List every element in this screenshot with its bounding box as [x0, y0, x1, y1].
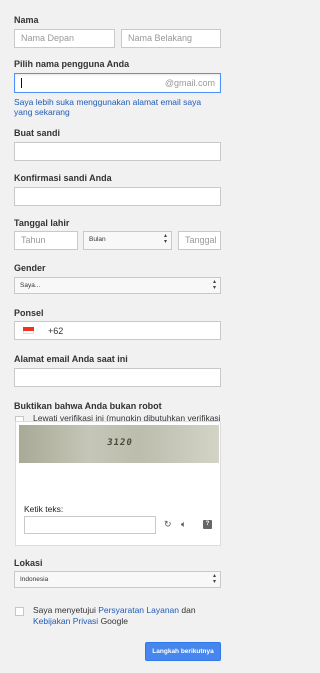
location-value: Indonesia: [20, 576, 49, 583]
terms-middle: dan: [179, 605, 196, 615]
gender-select[interactable]: Saya... ▴ ▾: [14, 277, 221, 294]
last-name-input[interactable]: Nama Belakang: [121, 29, 221, 48]
gmail-suffix: @gmail.com: [164, 78, 215, 88]
password-input[interactable]: [14, 142, 221, 161]
type-text-label: Ketik teks:: [24, 504, 64, 514]
first-name-input[interactable]: Nama Depan: [14, 29, 115, 48]
audio-icon[interactable]: 🔈︎: [181, 519, 186, 530]
captcha-image: 3120: [19, 425, 219, 463]
current-email-input[interactable]: [14, 368, 221, 387]
captcha-text: 3120: [106, 438, 134, 448]
help-icon[interactable]: ?: [203, 520, 212, 529]
username-label: Pilih nama pengguna Anda: [14, 59, 130, 69]
country-code: +62: [48, 326, 64, 336]
username-input[interactable]: @gmail.com: [14, 73, 221, 93]
gender-label: Gender: [14, 263, 46, 273]
current-email-label: Alamat email Anda saat ini: [14, 354, 128, 364]
birth-month-select[interactable]: Bulan ▴ ▾: [83, 231, 172, 250]
indonesia-flag-icon[interactable]: [23, 327, 34, 334]
terms-text: Saya menyetujui Persyaratan Layanan dan …: [33, 605, 223, 627]
privacy-policy-link[interactable]: Kebijakan Privasi: [33, 616, 98, 626]
next-step-button[interactable]: Langkah berikutnya: [145, 642, 221, 661]
terms-checkbox[interactable]: [15, 607, 24, 616]
captcha-input[interactable]: [24, 516, 156, 534]
gender-value: Saya...: [20, 282, 41, 289]
terms-suffix: Google: [98, 616, 128, 626]
use-current-email-link[interactable]: Saya lebih suka menggunakan alamat email…: [14, 97, 219, 117]
confirm-password-input[interactable]: [14, 187, 221, 206]
birth-month-value: Bulan: [89, 236, 106, 243]
location-select[interactable]: Indonesia ▴ ▾: [14, 571, 221, 588]
location-label: Lokasi: [14, 558, 43, 568]
terms-of-service-link[interactable]: Persyaratan Layanan: [98, 605, 179, 615]
name-label: Nama: [14, 15, 39, 25]
updown-arrow-icon: ▴ ▾: [163, 233, 167, 245]
birthday-label: Tanggal lahir: [14, 218, 70, 228]
refresh-icon[interactable]: ↻: [164, 519, 172, 530]
confirm-password-label: Konfirmasi sandi Anda: [14, 173, 112, 183]
updown-arrow-icon: ▴ ▾: [212, 573, 216, 585]
password-label: Buat sandi: [14, 128, 61, 138]
updown-arrow-icon: ▴ ▾: [212, 279, 216, 291]
terms-prefix: Saya menyetujui: [33, 605, 99, 615]
birth-year-input[interactable]: Tahun: [14, 231, 78, 250]
text-caret: [21, 78, 22, 88]
phone-label: Ponsel: [14, 308, 44, 318]
robot-label: Buktikan bahwa Anda bukan robot: [14, 401, 162, 411]
phone-input[interactable]: +62: [14, 321, 221, 340]
birth-day-input[interactable]: Tanggal: [178, 231, 221, 250]
